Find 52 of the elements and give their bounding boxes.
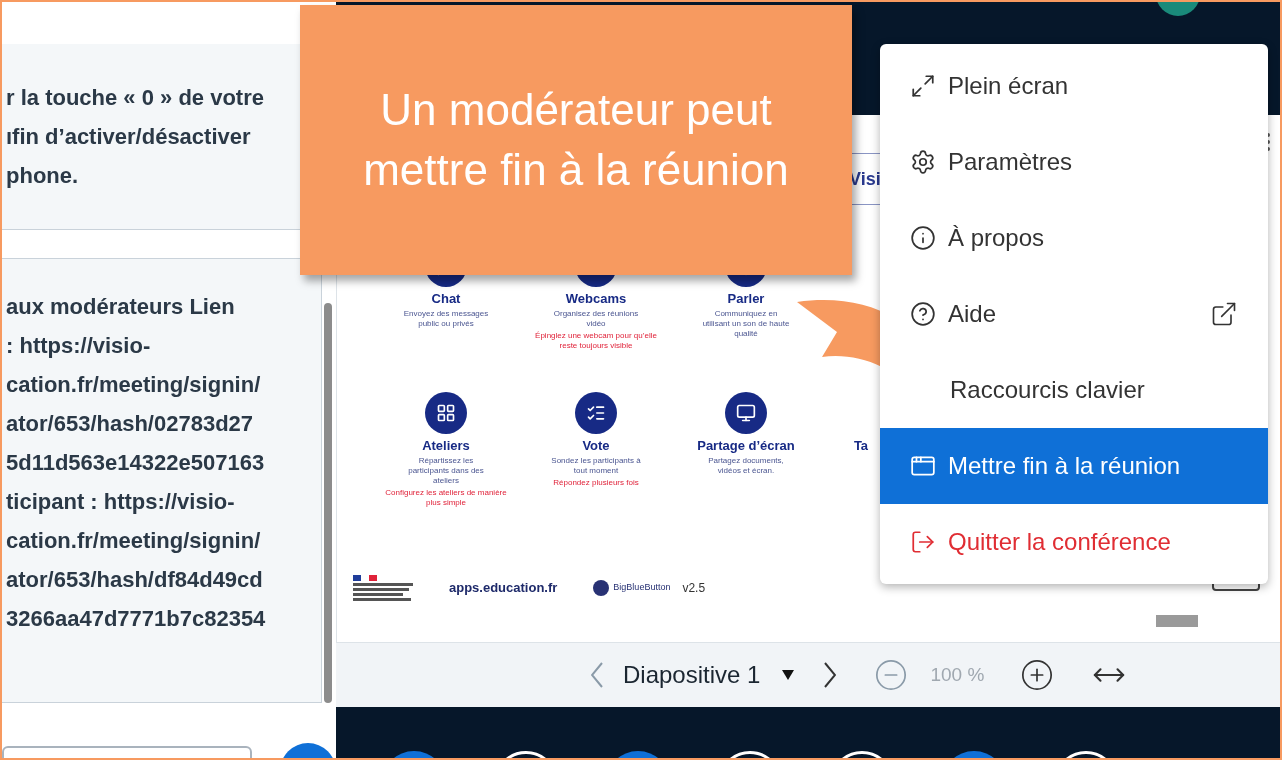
chevron-right-icon: [824, 662, 837, 688]
feature-icon: [575, 392, 617, 434]
callout-text: Un modérateur peut mettre fin à la réunion: [362, 84, 790, 196]
ministry-logo: [353, 575, 413, 601]
menu-item[interactable]: À propos: [880, 200, 1268, 276]
chevron-left-icon: [591, 662, 603, 688]
feature-title: Parler: [727, 290, 765, 308]
window-icon: [910, 453, 936, 479]
feature-tip: Épinglez une webcam pour qu’elle reste toujours visible: [534, 330, 658, 351]
dropdown-caret-icon: [782, 670, 795, 680]
menu-item[interactable]: Raccourcis clavier: [880, 352, 1268, 428]
zoom-in-button[interactable]: [1020, 658, 1055, 692]
feature-description: Répartissez les participants dans des ateliers: [407, 455, 485, 486]
slide-selector[interactable]: Diapositive 1: [623, 657, 795, 693]
menu-item[interactable]: Aide: [880, 276, 1268, 352]
expand-icon: [910, 73, 936, 99]
feature-description: Sondez les participants à tout moment: [551, 455, 641, 476]
feature-title: Ateliers: [422, 437, 470, 455]
bigbluebutton-logo-text: BigBlueButton: [613, 581, 671, 595]
feature-tip: Répondez plusieurs fois: [552, 477, 640, 488]
menu-item[interactable]: Plein écran: [880, 48, 1268, 124]
feature-title: Partage d’écran: [697, 437, 795, 455]
info-icon: [910, 225, 936, 251]
zoom-level: 100 %: [930, 662, 985, 687]
feature-description: Envoyez des messages public ou privés: [402, 308, 490, 329]
feature-tip: Configurez les ateliers de manière plus simple: [384, 487, 508, 508]
message-text: aux modérateurs Lien : https://visio- cation.fr/meeting/signin/ ator/653/hash/02783d27 5d11d563e14322e507163 ticipant : https://visio- cation.fr/meeting/signin/ ator/653/hash/df84d49cd 3266aa47d7771b7c82354: [5, 293, 267, 633]
menu-item[interactable]: Quitter la conférence: [880, 504, 1268, 580]
external-link-icon: [1210, 300, 1238, 328]
feature-description: Organisez des réunions vidéo: [552, 308, 640, 329]
apps-education-logo: apps.education.fr: [449, 579, 558, 598]
settings-icon: [910, 149, 936, 175]
exit-icon: [910, 529, 936, 555]
feature-description: Communiquez en utilisant un son de haute qualité: [701, 308, 791, 339]
previous-slide-button[interactable]: [591, 662, 603, 688]
next-slide-button[interactable]: [824, 662, 837, 688]
feature-title: Webcams: [565, 290, 627, 308]
feature-description: Partagez documents, vidéos et écran.: [707, 455, 785, 476]
scrollbar[interactable]: [324, 303, 332, 703]
feature-icon: [425, 392, 467, 434]
menu-item[interactable]: Mettre fin à la réunion: [880, 428, 1268, 504]
zoom-out-button[interactable]: [874, 658, 909, 692]
feature-icon: [725, 392, 767, 434]
feature-title: Vote: [582, 437, 610, 455]
notice-text: r la touche « 0 » de votre ıfin d’activer/désactiver phone.: [5, 84, 264, 190]
feature-title: Chat: [431, 290, 461, 308]
help-icon: [910, 301, 936, 327]
version-text: v2.5: [682, 580, 706, 597]
license-badge: [1156, 615, 1198, 627]
feature-title: Ta: [853, 437, 869, 455]
bigbluebutton-logo-icon: [593, 580, 610, 596]
menu-item[interactable]: Paramètres: [880, 124, 1268, 200]
